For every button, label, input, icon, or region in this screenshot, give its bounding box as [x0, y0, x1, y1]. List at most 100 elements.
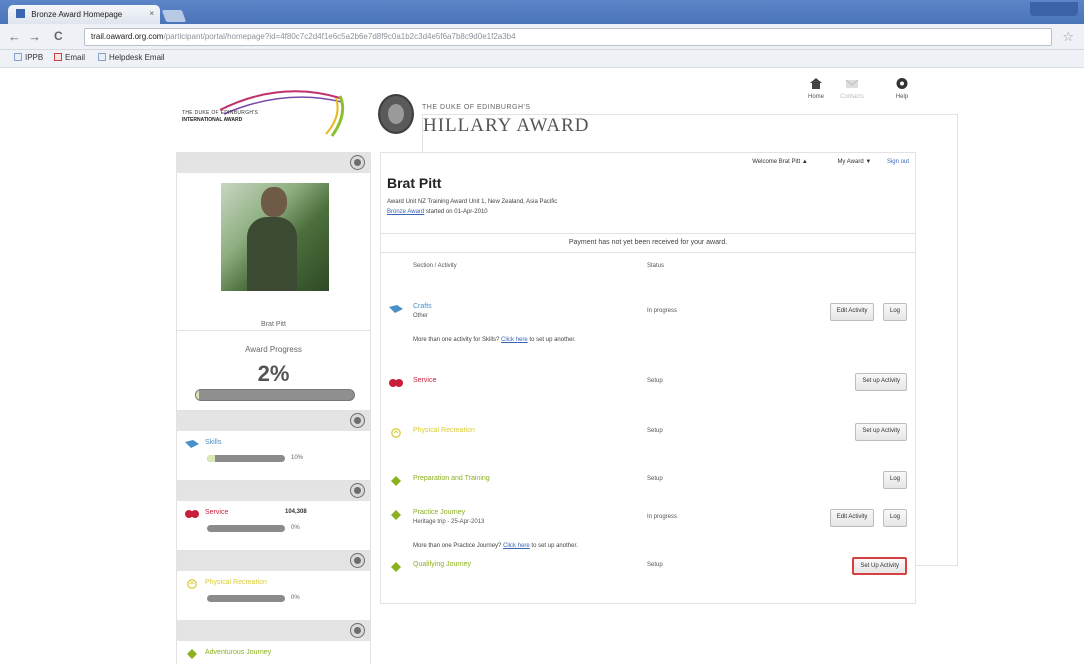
sidebar-section[interactable]: Skills 10% — [177, 431, 370, 481]
activity-status: In progress — [647, 308, 678, 314]
url-host: trail.oaward.org.com — [91, 32, 164, 41]
forward-button[interactable]: → — [28, 30, 41, 43]
edit-activity-button[interactable]: Edit Activity — [829, 509, 875, 527]
award-progress-value: 2% — [257, 361, 290, 386]
payment-notice: Payment has not yet been received for yo… — [381, 233, 915, 253]
reload-button[interactable]: C — [54, 30, 63, 43]
activity-status: Setup — [647, 378, 663, 384]
gear-icon[interactable] — [351, 554, 364, 567]
section-value: 104,308 — [285, 509, 307, 515]
nav-home[interactable]: Home — [796, 76, 836, 100]
log-button[interactable]: Log — [882, 303, 907, 321]
skills-icon — [185, 439, 199, 448]
column-header-status: Status — [647, 263, 665, 269]
participant-name: Brat Pitt — [387, 175, 442, 191]
section-header — [177, 551, 370, 571]
emblem-icon — [378, 94, 414, 134]
award-icon: ▼ — [865, 159, 872, 165]
intl-logo-line1: THE DUKE OF EDINBURGH'S — [182, 110, 259, 116]
skills-icon — [389, 304, 403, 314]
help-icon — [896, 78, 908, 89]
section-name: Skills — [205, 439, 222, 446]
nav-contacts[interactable]: Contacts — [832, 76, 872, 100]
journey-icon — [389, 562, 403, 572]
award-level-link[interactable]: Bronze Award — [387, 209, 424, 215]
activity-name[interactable]: Preparation and Training — [413, 475, 490, 482]
award-progress-bar — [195, 389, 355, 401]
skills-click-here-link[interactable]: Click here — [501, 337, 528, 343]
browser-toolbar: ← → C trail.oaward.org.com/participant/p… — [0, 24, 1084, 50]
profile-panel: Brat Pitt — [177, 173, 370, 331]
practice-journey-note: More than one Practice Journey? Click he… — [413, 543, 578, 549]
sidebar-section[interactable]: Service 104,308 0% — [177, 501, 370, 551]
gear-icon[interactable] — [351, 484, 364, 497]
set-up-activity-button[interactable]: Set up Activity — [855, 373, 907, 391]
activity-status: Setup — [647, 428, 663, 434]
section-name: Physical Recreation — [205, 579, 267, 586]
bookmarks-bar: IPPB Email Helpdesk Email — [0, 50, 1084, 68]
section-progress-bar — [207, 455, 285, 462]
bookmark-ippb[interactable]: IPPB — [14, 53, 43, 62]
physical-icon — [185, 579, 199, 589]
back-button[interactable]: ← — [8, 30, 21, 43]
gear-icon[interactable] — [351, 414, 364, 427]
sidebar-section[interactable]: Physical Recreation 0% — [177, 571, 370, 621]
bookmark-icon — [98, 53, 106, 61]
award-progress-label: Award Progress — [245, 345, 302, 354]
edit-activity-button[interactable]: Edit Activity — [829, 303, 875, 321]
section-header — [177, 411, 370, 431]
tab-close-icon[interactable]: × — [149, 9, 154, 18]
new-tab-button[interactable] — [161, 10, 187, 22]
log-button[interactable]: Log — [882, 509, 907, 527]
section-percent: 10% — [291, 455, 304, 461]
journey-icon — [389, 510, 403, 520]
activity-name[interactable]: Crafts — [413, 303, 432, 310]
my-award-link[interactable]: My Award ▼ — [823, 159, 871, 165]
section-progress-bar — [207, 525, 285, 532]
sidebar-section[interactable]: Adventurous Journey0% — [177, 641, 370, 664]
section-name: Service — [205, 509, 229, 516]
profile-name: Brat Pitt — [261, 321, 286, 328]
sign-out-link[interactable]: Sign out — [887, 159, 909, 165]
profile-photo — [221, 183, 329, 291]
gear-icon[interactable] — [351, 624, 364, 637]
welcome-text: Welcome Brat Pitt ▲ — [752, 159, 808, 165]
practice-click-here-link[interactable]: Click here — [503, 543, 530, 549]
award-unit-info: Award Unit NZ Training Award Unit 1, New… — [387, 199, 558, 205]
activity-name[interactable]: Service — [413, 377, 436, 384]
activity-name[interactable]: Practice Journey — [413, 509, 465, 516]
column-header-section: Section / Activity — [413, 263, 457, 269]
international-award-logo[interactable]: THE DUKE OF EDINBURGH'S INTERNATIONAL AW… — [180, 84, 350, 140]
section-progress-bar — [207, 595, 285, 602]
bookmark-star-icon[interactable]: ☆ — [1062, 29, 1074, 45]
award-progress: Award Progress 2% — [177, 331, 370, 411]
home-icon — [810, 78, 822, 89]
section-percent: 0% — [291, 525, 300, 531]
award-start-info: Bronze Award started on 01-Apr-2010 — [387, 209, 488, 215]
activity-status: Setup — [647, 562, 663, 568]
activity-name[interactable]: Qualifying Journey — [413, 561, 471, 568]
journey-icon — [185, 649, 199, 659]
service-icon — [389, 378, 403, 388]
journey-icon — [389, 476, 403, 486]
gear-icon[interactable] — [351, 156, 364, 169]
activity-subtitle: Other — [413, 313, 429, 319]
log-button[interactable]: Log — [882, 471, 907, 489]
service-icon — [185, 509, 199, 518]
browser-tab[interactable]: Bronze Award Homepage × — [8, 5, 160, 24]
sidebar: Brat Pitt Award Progress 2% Skills 10% Ser… — [176, 152, 371, 664]
section-percent: 0% — [291, 595, 300, 601]
set-up-activity-button[interactable]: Set up Activity — [855, 423, 907, 441]
window-controls[interactable] — [1030, 2, 1078, 16]
hillary-logo-subtitle: THE DUKE OF EDINBURGH'S — [422, 104, 531, 111]
section-header — [177, 621, 370, 641]
nav-help[interactable]: Help — [882, 76, 922, 100]
set-up-activity-button[interactable]: Set Up Activity — [852, 557, 907, 575]
bookmark-email[interactable]: Email — [54, 53, 85, 62]
activity-status: Setup — [647, 476, 663, 482]
activity-name[interactable]: Physical Recreation — [413, 427, 475, 434]
bookmark-helpdesk[interactable]: Helpdesk Email — [98, 53, 165, 62]
section-header — [177, 481, 370, 501]
address-bar[interactable]: trail.oaward.org.com/participant/portal/… — [84, 28, 1052, 46]
hillary-award-logo[interactable]: THE DUKE OF EDINBURGH'S HILLARY AWARD — [378, 92, 958, 566]
